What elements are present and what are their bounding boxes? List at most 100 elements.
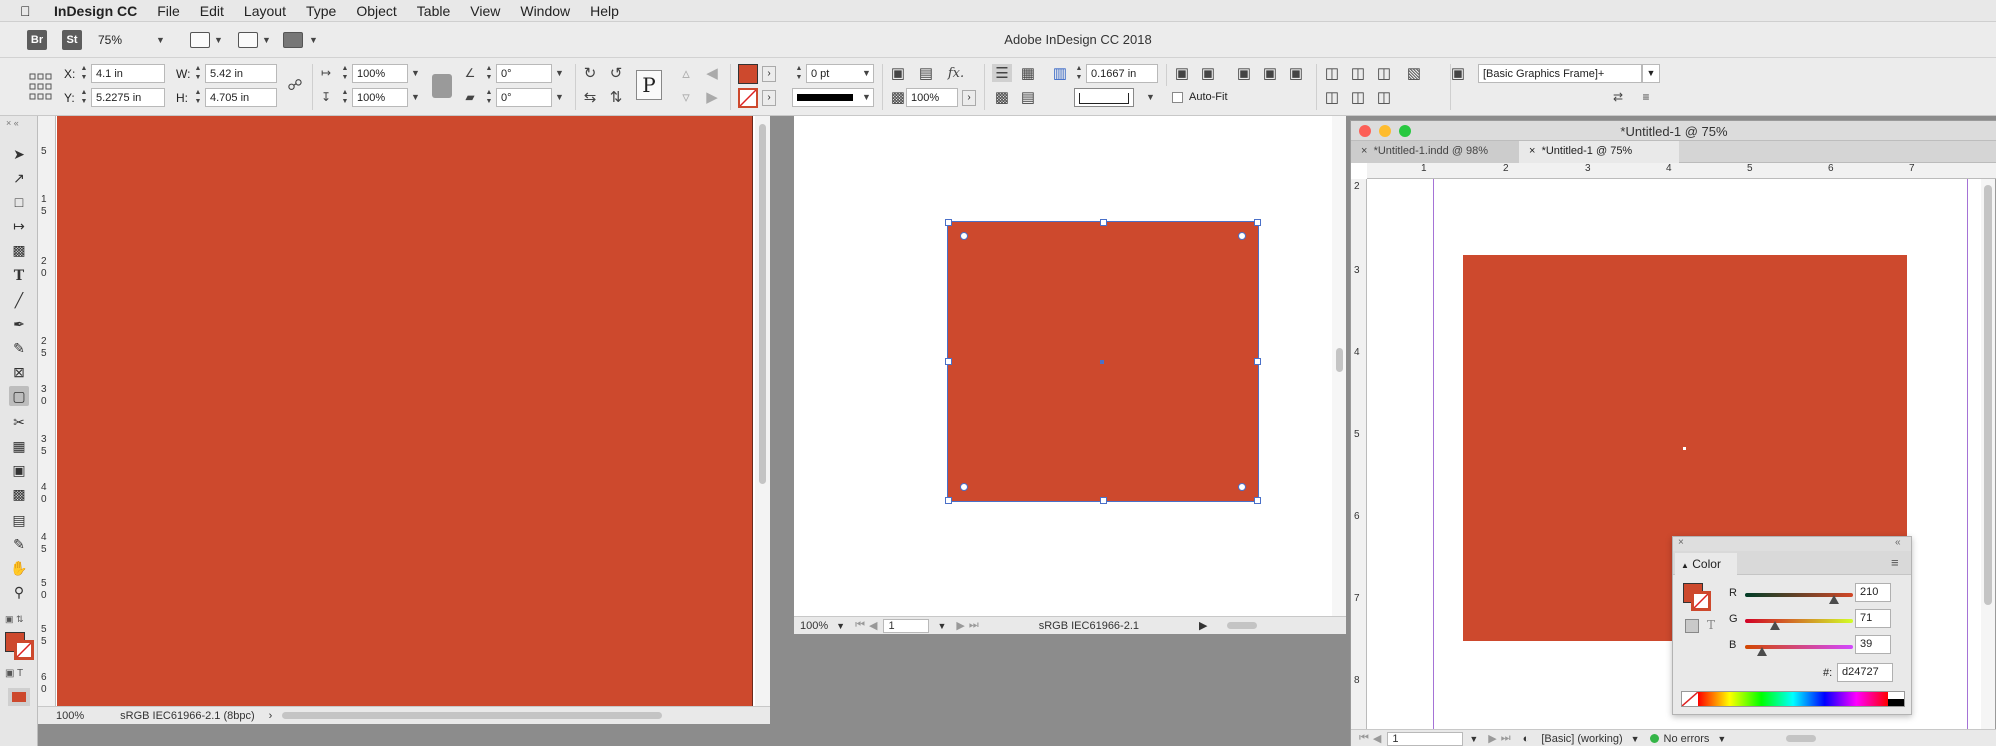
panel-menu-icon[interactable]: ≡ [1891,555,1899,570]
align-bottom-icon[interactable]: ◫ [1374,88,1394,106]
scissors-tool-icon[interactable]: ✂ [9,412,29,432]
pen-tool-icon[interactable]: ✒ [9,314,29,334]
tab-untitled-indd[interactable]: × *Untitled-1.indd @ 98% [1351,141,1519,163]
select-container-icon[interactable]: ▵ [676,64,696,82]
corner-radius-handle[interactable] [960,232,968,240]
r-value-input[interactable]: 210 [1855,583,1891,602]
stroke-menu-icon[interactable]: › [762,90,776,106]
object-style-select[interactable]: [Basic Graphics Frame]+ [1478,64,1642,83]
stroke-swatch-panel[interactable] [1691,591,1711,611]
path-type-icon[interactable]: P [636,70,662,100]
selection-handle[interactable] [1254,219,1261,226]
rotate-cw-icon[interactable]: ↻ [580,64,600,82]
free-transform-tool-icon[interactable]: ▦ [9,436,29,456]
align-center-icon[interactable]: ◫ [1348,64,1368,82]
selection-handle[interactable] [945,219,952,226]
vertical-scrollbar[interactable] [1332,116,1346,616]
flip-vertical-icon[interactable]: ⇅ [606,88,626,106]
chevron-right-icon[interactable]: › [269,710,273,722]
zoom-readout[interactable]: 100% [56,710,84,722]
reference-point-icon[interactable] [28,72,52,102]
link-scale-icon[interactable] [432,74,452,98]
constrain-proportions-icon[interactable]: ☍ [285,76,305,94]
formatting-container-icon[interactable] [1685,619,1699,633]
b-value-input[interactable]: 39 [1855,635,1891,654]
first-page-icon[interactable]: ⏮ [855,619,865,632]
tab-untitled-75[interactable]: × *Untitled-1 @ 75% [1519,141,1679,163]
scale-x-stepper[interactable]: ▲ ▼ [340,64,350,83]
chevron-down-icon[interactable]: ▼ [1631,734,1640,744]
chevron-down-icon[interactable]: ▼ [411,92,420,102]
page-number-input[interactable]: 1 [883,618,930,633]
play-icon[interactable]: ▶ [1199,619,1207,632]
shear-stepper[interactable]: ▲ ▼ [484,88,494,107]
chevron-down-icon[interactable]: ▼ [1146,92,1155,102]
auto-fit-checkbox[interactable] [1172,92,1183,103]
chevron-down-icon[interactable]: ▼ [411,68,420,78]
menu-window[interactable]: Window [520,3,570,19]
chevron-down-icon[interactable]: ▼ [862,68,871,78]
chevron-down-icon[interactable]: ▼ [1642,64,1660,83]
rotation-input[interactable]: 0° [496,64,552,83]
text-wrap-jump-icon[interactable]: ▤ [1018,88,1038,106]
scale-y-input[interactable]: 100% [352,88,408,107]
menu-file[interactable]: File [157,3,180,19]
selection-tool-icon[interactable]: ➤ [9,144,29,164]
app-menu[interactable]: InDesign CC [54,3,137,19]
color-spectrum[interactable] [1681,691,1905,707]
stroke-swatch[interactable] [738,88,758,108]
selection-handle[interactable] [1100,219,1107,226]
h-stepper[interactable]: ▲ ▼ [193,88,203,107]
opacity-menu-icon[interactable]: › [962,90,976,106]
note-tool-icon[interactable]: ▤ [9,510,29,530]
line-tool-icon[interactable]: ╱ [9,290,29,310]
flip-horizontal-icon[interactable]: ⇆ [580,88,600,106]
vertical-scrollbar[interactable] [755,116,770,706]
scale-y-stepper[interactable]: ▲ ▼ [340,88,350,107]
selection-handle[interactable] [1100,497,1107,504]
drop-shadow-icon[interactable]: ▤ [916,64,936,82]
b-slider-thumb[interactable] [1756,647,1767,656]
preflight-icon[interactable]: ◐ [1523,733,1530,745]
previous-page-icon[interactable]: ◀ [1373,732,1381,745]
selection-handle[interactable] [1254,358,1261,365]
align-middle-icon[interactable]: ◫ [1348,88,1368,106]
horizontal-scrollbar[interactable] [282,712,663,719]
red-rectangle-frame[interactable] [57,116,753,706]
chevron-down-icon[interactable]: ▼ [937,621,946,631]
menu-edit[interactable]: Edit [200,3,224,19]
selection-handle[interactable] [945,497,952,504]
tab-color[interactable]: ▲ Color [1675,553,1737,575]
chevron-down-icon[interactable]: ▼ [1717,734,1726,744]
frame-style-preview[interactable] [1074,88,1134,107]
stroke-swatch-tool[interactable] [14,640,34,660]
g-slider-track[interactable] [1745,619,1853,623]
next-page-icon[interactable]: ▶ [956,619,964,632]
fill-frame-proportionally-icon[interactable]: ▣ [1198,64,1218,82]
gradient-feather-tool-icon[interactable]: ▩ [9,484,29,504]
fit-frame-to-content-icon[interactable]: ▣ [1260,64,1280,82]
select-next-icon[interactable]: ▶ [702,88,722,106]
y-stepper[interactable]: ▲ ▼ [79,88,89,107]
page-number-input[interactable]: 1 [1387,731,1464,746]
auto-size-icon[interactable]: ▥ [1050,64,1070,82]
menu-type[interactable]: Type [306,3,336,19]
last-page-icon[interactable]: ⏭ [969,619,979,632]
horizontal-scrollbar[interactable] [1786,735,1817,742]
formatting-container-icon[interactable]: ▣ T [5,668,23,679]
rotation-stepper[interactable]: ▲ ▼ [484,64,494,83]
fill-swatch[interactable] [738,64,758,84]
gap-tool-icon[interactable]: ↦ [9,216,29,236]
eyedropper-tool-icon[interactable]: ✎ [9,534,29,554]
rectangle-frame-tool-icon[interactable]: ⊠ [9,362,29,382]
rotate-ccw-icon[interactable]: ↺ [606,64,626,82]
last-page-icon[interactable]: ⏭ [1501,732,1511,745]
g-value-input[interactable]: 71 [1855,609,1891,628]
text-wrap-bbox-icon[interactable]: ▦ [1018,64,1038,82]
selection-handle[interactable] [945,358,952,365]
align-right-icon[interactable]: ◫ [1374,64,1394,82]
vertical-scrollbar[interactable] [1981,179,1995,729]
r-slider-thumb[interactable] [1828,595,1839,604]
align-left-icon[interactable]: ◫ [1322,64,1342,82]
opacity-input[interactable]: 100% [906,88,958,107]
